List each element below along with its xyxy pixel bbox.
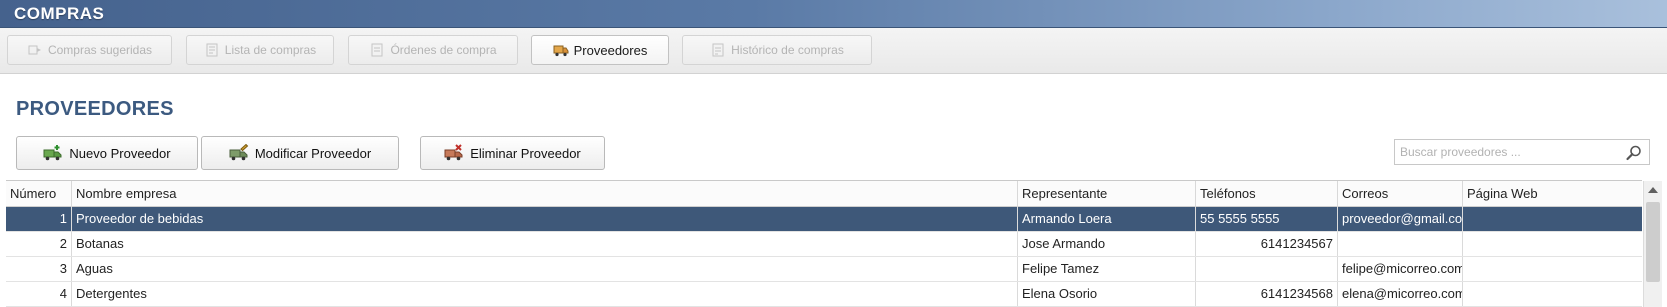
history-icon (712, 43, 724, 57)
cell-correos: felipe@micorreo.com (1338, 257, 1463, 281)
cell-telefonos (1196, 257, 1338, 281)
cell-pagina-web (1463, 232, 1642, 256)
window-title: COMPRAS (14, 4, 105, 23)
suggested-icon (28, 45, 41, 55)
table-scrollbar[interactable] (1643, 181, 1662, 307)
delete-provider-label: Eliminar Proveedor (470, 145, 581, 161)
truck-delete-icon (444, 144, 463, 161)
cell-telefonos: 55 5555 5555 (1196, 207, 1338, 231)
page-title: PROVEEDORES (16, 98, 174, 120)
order-icon (371, 43, 383, 57)
tab-lista-de-compras[interactable]: Lista de compras (186, 35, 334, 65)
search-icon[interactable] (1625, 144, 1643, 162)
cell-numero: 3 (6, 257, 72, 281)
cell-nombre-empresa: Proveedor de bebidas (72, 207, 1018, 231)
scrollbar-thumb[interactable] (1646, 202, 1660, 282)
table-row[interactable]: 1 Proveedor de bebidas Armando Loera 55 … (6, 207, 1642, 232)
search-box (1394, 139, 1650, 165)
cell-numero: 4 (6, 282, 72, 306)
table-row[interactable]: 3 Aguas Felipe Tamez felipe@micorreo.com (6, 257, 1642, 282)
tab-compras-sugeridas[interactable]: Compras sugeridas (7, 35, 172, 65)
cell-representante: Elena Osorio (1018, 282, 1196, 306)
truck-add-icon (43, 145, 62, 161)
new-provider-label: Nuevo Proveedor (69, 145, 171, 161)
cell-nombre-empresa: Botanas (72, 232, 1018, 256)
tab-label: Compras sugeridas (47, 43, 153, 57)
cell-telefonos: 6141234567 (1196, 232, 1338, 256)
delete-provider-button[interactable]: Eliminar Proveedor (420, 136, 605, 170)
truck-icon (553, 45, 569, 57)
edit-provider-button[interactable]: Modificar Proveedor (201, 136, 399, 170)
cell-nombre-empresa: Aguas (72, 257, 1018, 281)
truck-edit-icon (229, 144, 249, 161)
cell-representante: Armando Loera (1018, 207, 1196, 231)
tab-ordenes-de-compra[interactable]: Órdenes de compra (348, 35, 518, 65)
cell-representante: Jose Armando (1018, 232, 1196, 256)
list-icon (206, 43, 218, 57)
cell-numero: 1 (6, 207, 72, 231)
tab-proveedores[interactable]: Proveedores (531, 35, 669, 65)
cell-telefonos: 6141234568 (1196, 282, 1338, 306)
edit-provider-label: Modificar Proveedor (254, 145, 372, 161)
search-input[interactable] (1395, 140, 1620, 164)
cell-nombre-empresa: Detergentes (72, 282, 1018, 306)
new-provider-button[interactable]: Nuevo Proveedor (16, 136, 198, 170)
cell-pagina-web (1463, 282, 1642, 306)
table-row[interactable]: 2 Botanas Jose Armando 6141234567 (6, 232, 1642, 257)
column-header-pagina-web[interactable]: Página Web (1463, 181, 1642, 207)
column-header-correos[interactable]: Correos (1338, 181, 1463, 207)
cell-correos: elena@micorreo.com (1338, 282, 1463, 306)
tab-label: Proveedores (573, 42, 648, 58)
column-header-telefonos[interactable]: Teléfonos (1196, 181, 1338, 207)
window-titlebar: COMPRAS (0, 0, 1667, 28)
column-header-nombre-empresa[interactable]: Nombre empresa (72, 181, 1018, 207)
column-header-representante[interactable]: Representante (1018, 181, 1196, 207)
scroll-up-icon[interactable] (1648, 187, 1658, 193)
cell-pagina-web (1463, 207, 1642, 231)
tab-label: Histórico de compras (731, 43, 844, 57)
tab-historico-de-compras[interactable]: Histórico de compras (682, 35, 872, 65)
tab-strip: Compras sugeridas Lista de compras Órden… (0, 28, 1667, 74)
tab-label: Órdenes de compra (390, 43, 497, 57)
cell-correos: proveedor@gmail.com (1338, 207, 1463, 231)
table-row[interactable]: 4 Detergentes Elena Osorio 6141234568 el… (6, 282, 1642, 307)
table-header: Número Nombre empresa Representante Telé… (6, 181, 1642, 207)
cell-numero: 2 (6, 232, 72, 256)
providers-table: Número Nombre empresa Representante Telé… (6, 180, 1642, 307)
column-header-numero[interactable]: Número (6, 181, 72, 207)
cell-representante: Felipe Tamez (1018, 257, 1196, 281)
cell-correos (1338, 232, 1463, 256)
tab-label: Lista de compras (224, 43, 317, 57)
cell-pagina-web (1463, 257, 1642, 281)
